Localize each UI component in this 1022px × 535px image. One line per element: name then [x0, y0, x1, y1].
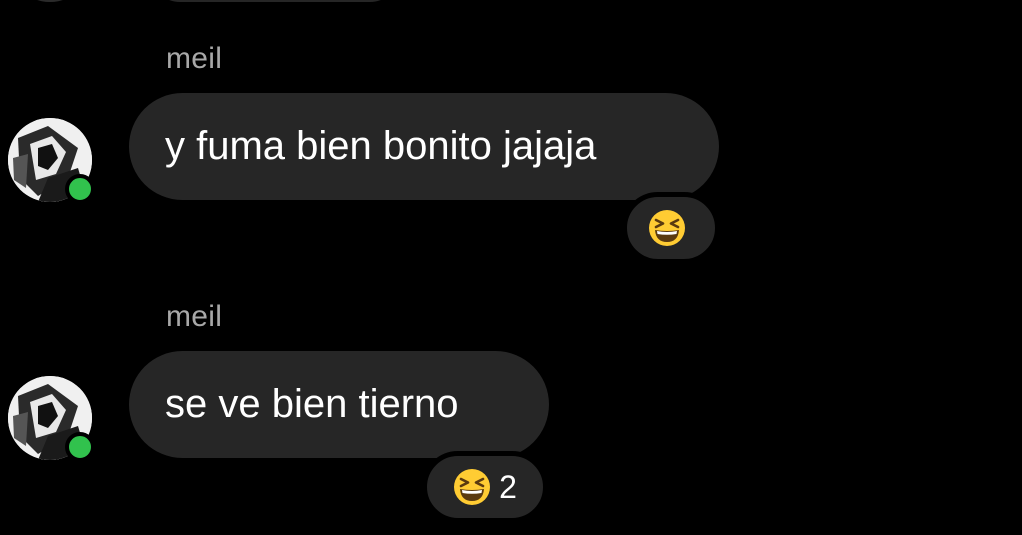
online-status-dot [65, 174, 95, 204]
reaction-count: 2 [499, 468, 517, 505]
sender-name: meil [166, 42, 223, 75]
sender-name: meil [166, 300, 223, 333]
chat-thread: meil y fuma bien bonito jajaja meil se v… [0, 0, 1022, 535]
grinning-squinting-face-icon [454, 469, 491, 505]
reaction-pill[interactable]: 2 [422, 451, 548, 523]
reaction-pill[interactable] [622, 192, 720, 264]
message-bubble[interactable]: y fuma bien bonito jajaja [129, 93, 719, 200]
avatar[interactable] [8, 376, 95, 462]
message-text: y fuma bien bonito jajaja [165, 124, 597, 168]
previous-avatar-edge [8, 0, 92, 2]
message-text: se ve bien tierno [165, 382, 459, 426]
online-status-dot [65, 432, 95, 462]
previous-message-bubble[interactable] [150, 0, 400, 2]
message-bubble[interactable]: se ve bien tierno [129, 351, 549, 458]
grinning-squinting-face-icon [649, 210, 685, 246]
avatar[interactable] [8, 118, 95, 204]
